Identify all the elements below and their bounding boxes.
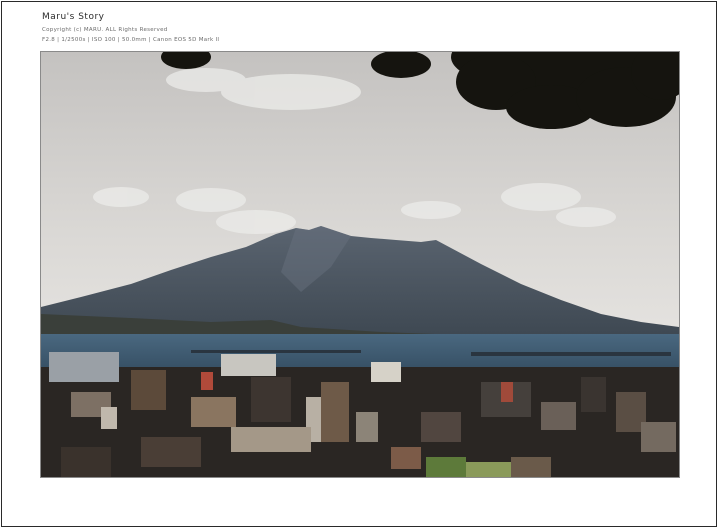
pier — [191, 350, 361, 353]
photo — [40, 51, 680, 478]
copyright-text: Copyright (c) MARU. ALL Rights Reserved — [42, 27, 168, 33]
photo-image — [41, 52, 679, 477]
exif-text: F2.8 | 1/2500s | ISO 100 | 50.0mm | Cano… — [42, 37, 220, 43]
page-title: Maru's Story — [42, 12, 105, 22]
pier — [471, 352, 671, 356]
